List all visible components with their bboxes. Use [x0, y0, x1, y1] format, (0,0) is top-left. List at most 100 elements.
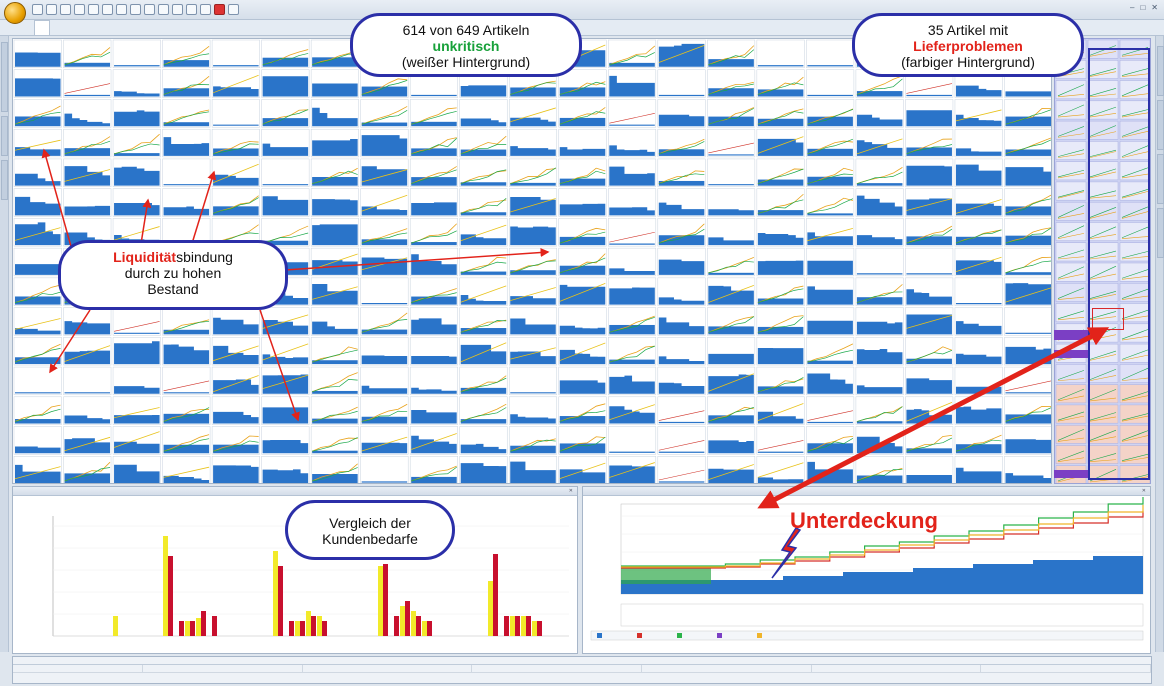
sparkline-cell: [508, 426, 558, 455]
sparkline-area: [708, 116, 754, 127]
sparkline-frame: [855, 247, 904, 277]
sort-icon[interactable]: [130, 4, 141, 15]
table-icon[interactable]: [158, 4, 169, 15]
app-orb-icon[interactable]: [4, 2, 26, 24]
right-dock-tab[interactable]: [1157, 208, 1164, 258]
stop-icon[interactable]: [214, 4, 225, 15]
sparkline-cell: [409, 337, 458, 366]
sparkline-cell: [13, 188, 62, 217]
ribbon-tab-1[interactable]: [34, 20, 50, 35]
left-dock-tab[interactable]: [1, 160, 8, 200]
sparkline-frame: [1004, 247, 1051, 277]
panel-close-icon[interactable]: ✕: [569, 488, 573, 494]
open-icon[interactable]: [46, 4, 57, 15]
right-dock-tab[interactable]: [1157, 154, 1164, 204]
sparkline-area: [64, 473, 111, 483]
sparkline-cell: [261, 158, 310, 187]
sparkline-cell: [63, 396, 112, 425]
callout-liquiditaet-line3: Bestand: [147, 281, 199, 297]
sparkline-cell: [63, 69, 112, 98]
sparkline-frame: [261, 158, 310, 187]
sparkline-cell: [508, 218, 558, 247]
print-icon[interactable]: [74, 4, 85, 15]
critical-sparkline-frame: [1055, 120, 1087, 140]
sparkline-cell: [13, 277, 62, 306]
right-dock-tab[interactable]: [1157, 46, 1164, 96]
sparkline-cell: [806, 396, 855, 425]
sparkline-area: [312, 224, 358, 246]
sparkline-area: [460, 85, 507, 97]
ribbon-tab-2[interactable]: [50, 20, 64, 35]
right-dock-tab[interactable]: [1157, 100, 1164, 150]
sparkline-cell: [162, 158, 211, 187]
bar-yellow: [510, 616, 515, 636]
sparkline-area: [163, 60, 210, 67]
grid-icon[interactable]: [172, 4, 183, 15]
maximize-icon[interactable]: □: [1140, 3, 1145, 12]
new-icon[interactable]: [32, 4, 43, 15]
sparkline-cell: [112, 456, 161, 483]
sparkline-cell: [459, 337, 508, 366]
sparkline-area: [708, 353, 754, 365]
ribbon-tab-7[interactable]: [120, 20, 134, 35]
critical-sparkline-cell: [1055, 222, 1087, 241]
callout-unterdeckung: Unterdeckung: [790, 508, 938, 533]
sparkline-cell: [756, 307, 805, 336]
help-icon[interactable]: [228, 4, 239, 15]
critical-sparkline-cell: [1055, 80, 1087, 100]
ribbon-tab-4[interactable]: [78, 20, 92, 35]
ribbon-tab-6[interactable]: [106, 20, 120, 35]
sparkline-cell: [855, 128, 904, 158]
bar-red: [311, 616, 316, 636]
sparkline-area: [15, 264, 61, 275]
sparkline-cell: [707, 188, 756, 217]
sparkline-cell: [1004, 307, 1051, 336]
sparkline-cell: [756, 99, 805, 128]
sparkline-cell: [707, 128, 756, 158]
sparkline-cell: [211, 456, 260, 483]
paste-icon[interactable]: [102, 4, 113, 15]
filter-icon[interactable]: [116, 4, 127, 15]
sparkline-frame: [707, 128, 756, 158]
ribbon-tab-3[interactable]: [64, 20, 78, 35]
sparkline-area: [460, 212, 507, 216]
left-dock-tab[interactable]: [1, 42, 8, 112]
sparkline-cell: [360, 337, 409, 366]
ribbon-tab-8[interactable]: [134, 20, 148, 35]
save-icon[interactable]: [60, 4, 71, 15]
sparkline-cell: [1004, 426, 1051, 455]
close-icon[interactable]: ✕: [1151, 3, 1158, 12]
sparkline-cell: [13, 396, 62, 425]
sparkline-cell: [657, 337, 706, 366]
copy-icon[interactable]: [88, 4, 99, 15]
undo-icon[interactable]: [186, 4, 197, 15]
sparkline-area: [757, 210, 804, 216]
minimize-icon[interactable]: –: [1130, 3, 1134, 12]
sparkline-area: [708, 440, 754, 454]
sparkline-cell: [756, 337, 805, 366]
chart-icon[interactable]: [144, 4, 155, 15]
sparkline-area: [807, 260, 853, 275]
sub-plot-area: [620, 603, 1144, 627]
sparkline-cell: [112, 337, 161, 366]
panel-close-icon[interactable]: ✕: [1142, 488, 1146, 494]
ribbon-tab-5[interactable]: [92, 20, 106, 35]
left-dock-tab[interactable]: [1, 116, 8, 156]
sparkline-area: [955, 444, 1002, 454]
sparkline-cell: [756, 277, 805, 306]
sparkline-cell: [707, 456, 756, 483]
bar-yellow: [422, 621, 427, 636]
sparkline-cell: [608, 218, 657, 247]
sparkline-cell: [261, 69, 310, 98]
selected-critical-article[interactable]: [1092, 308, 1124, 330]
sparkline-cell: [13, 247, 62, 277]
sparkline-cell: [954, 218, 1003, 247]
sparkline-area: [213, 465, 259, 483]
sparkline-cell: [112, 69, 161, 98]
sparkline-cell: [211, 396, 260, 425]
sparkline-cell: [558, 277, 607, 306]
sparkline-area: [312, 260, 358, 275]
redo-icon[interactable]: [200, 4, 211, 15]
sparkline-frame: [112, 307, 161, 336]
sparkline-cell: [459, 366, 508, 396]
